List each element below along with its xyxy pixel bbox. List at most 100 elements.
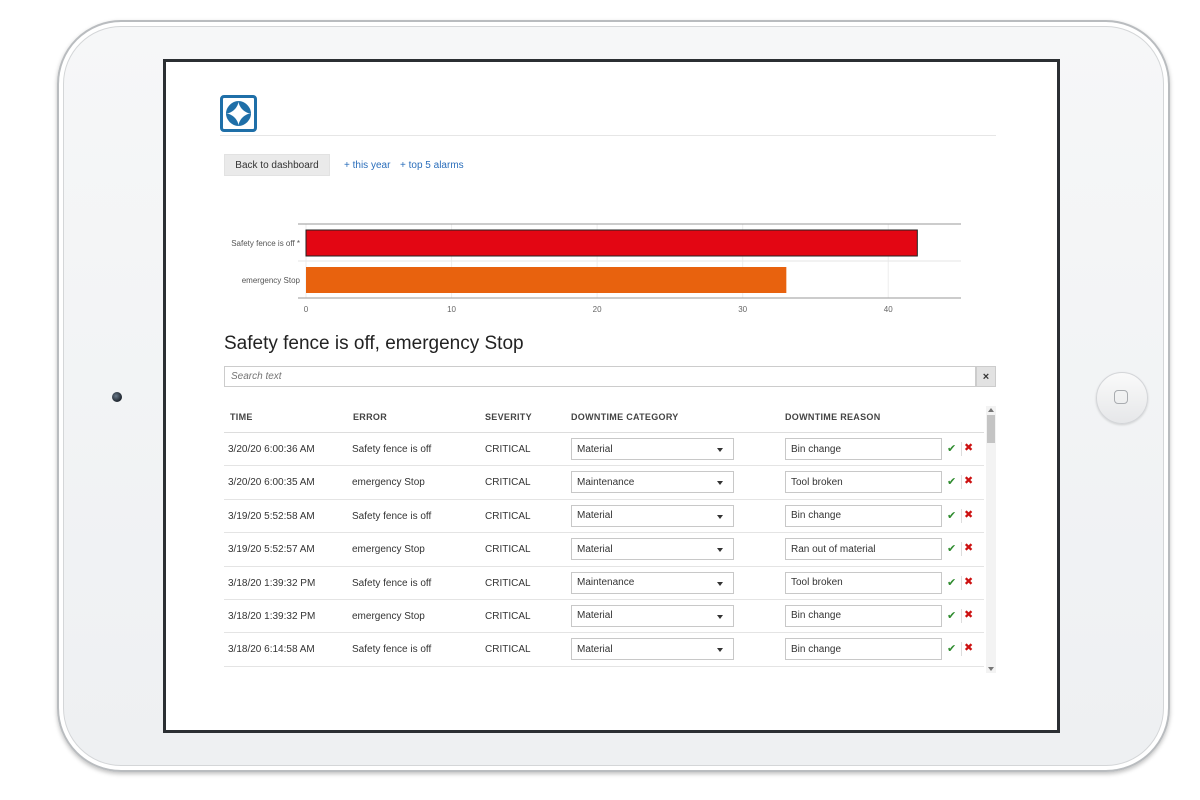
downtime-category-select[interactable]: Maintenance [571, 471, 734, 494]
cell-error: emergency Stop [352, 544, 425, 556]
cell-severity: CRITICAL [485, 477, 531, 489]
chevron-down-icon [717, 448, 723, 452]
check-icon[interactable]: ✔ [947, 642, 956, 655]
select-value: Material [577, 543, 613, 555]
alarm-table: TIME ERROR SEVERITY DOWNTIME CATEGORY DO… [224, 402, 984, 667]
x-icon[interactable]: ✖ [964, 508, 973, 521]
chevron-down-icon [717, 481, 723, 486]
clear-search-button[interactable]: × [976, 366, 996, 387]
check-icon[interactable]: ✔ [947, 609, 956, 622]
header-divider [220, 135, 996, 136]
x-icon[interactable]: ✖ [964, 641, 973, 654]
downtime-category-select[interactable]: Material [571, 538, 734, 561]
action-divider [961, 608, 962, 623]
chart-tick-label: 20 [593, 305, 602, 314]
table-row: 3/19/20 5:52:58 AM Safety fence is off C… [224, 500, 984, 534]
x-icon[interactable]: ✖ [964, 608, 973, 621]
col-error[interactable]: ERROR [353, 412, 387, 422]
chart-tick-label: 40 [884, 305, 893, 314]
x-icon[interactable]: ✖ [964, 441, 973, 454]
table-row: 3/18/20 1:39:32 PM Safety fence is off C… [224, 567, 984, 600]
cell-severity: CRITICAL [485, 510, 531, 522]
top-5-alarms-link[interactable]: + top 5 alarms [400, 160, 464, 171]
page-title: Safety fence is off, emergency Stop [224, 333, 524, 354]
downtime-reason-input[interactable] [785, 571, 942, 594]
table-row: 3/20/20 6:00:35 AM emergency Stop CRITIC… [224, 466, 984, 500]
x-icon[interactable]: ✖ [964, 474, 973, 487]
downtime-reason-input[interactable] [785, 438, 942, 460]
cell-severity: CRITICAL [485, 444, 531, 455]
downtime-category-select[interactable]: Material [571, 604, 734, 627]
x-icon[interactable]: ✖ [964, 541, 973, 554]
action-divider [961, 542, 962, 557]
action-divider [961, 475, 962, 490]
select-value: Maintenance [577, 476, 635, 488]
chart-category-label: emergency Stop [242, 276, 301, 285]
action-divider [961, 642, 962, 657]
scroll-down-icon[interactable] [988, 667, 994, 671]
select-value: Maintenance [577, 577, 635, 589]
this-year-link[interactable]: + this year [344, 160, 390, 171]
col-severity[interactable]: SEVERITY [485, 412, 532, 422]
scroll-up-icon[interactable] [988, 408, 994, 412]
cell-error: Safety fence is off [352, 510, 432, 522]
chart-tick-label: 10 [447, 305, 456, 314]
scrollbar-thumb[interactable] [987, 415, 995, 443]
cell-severity: CRITICAL [485, 644, 531, 656]
chevron-down-icon [717, 548, 723, 553]
action-divider [961, 508, 962, 523]
chart-tick-label: 30 [738, 305, 747, 314]
action-divider [961, 575, 962, 590]
select-value: Material [577, 510, 613, 522]
downtime-category-select[interactable]: Maintenance [571, 571, 734, 594]
x-icon[interactable]: ✖ [964, 575, 973, 588]
col-downtime-category[interactable]: DOWNTIME CATEGORY [571, 412, 679, 422]
check-icon[interactable]: ✔ [947, 442, 956, 455]
select-value: Material [577, 643, 613, 655]
downtime-category-select[interactable]: Material [571, 638, 734, 661]
chart-tick-label: 0 [304, 305, 309, 314]
table-scrollbar[interactable] [986, 406, 996, 673]
cell-error: Safety fence is off [352, 644, 432, 656]
table-row: 3/18/20 6:14:58 AM Safety fence is off C… [224, 633, 984, 667]
cell-severity: CRITICAL [485, 544, 531, 556]
downtime-reason-input[interactable] [785, 538, 942, 561]
search-input[interactable] [224, 366, 976, 387]
cell-error: emergency Stop [352, 610, 425, 622]
action-divider [961, 442, 962, 456]
chevron-down-icon [717, 581, 723, 586]
back-to-dashboard-button[interactable]: Back to dashboard [224, 154, 330, 176]
cell-error: emergency Stop [352, 477, 425, 489]
cell-time: 3/18/20 1:39:32 PM [228, 610, 316, 622]
table-row: 3/18/20 1:39:32 PM emergency Stop CRITIC… [224, 600, 984, 634]
cell-time: 3/20/20 6:00:36 AM [228, 444, 315, 455]
downtime-category-select[interactable]: Material [571, 438, 734, 460]
cell-severity: CRITICAL [485, 610, 531, 622]
cell-time: 3/19/20 5:52:57 AM [228, 544, 315, 556]
downtime-reason-input[interactable] [785, 604, 942, 627]
col-time[interactable]: TIME [230, 412, 253, 422]
downtime-reason-input[interactable] [785, 504, 942, 527]
chevron-down-icon [717, 648, 723, 653]
app-logo-icon [220, 95, 257, 132]
cell-time: 3/18/20 6:14:58 AM [228, 644, 315, 656]
home-button[interactable] [1096, 372, 1148, 424]
downtime-reason-input[interactable] [785, 471, 942, 494]
cell-error: Safety fence is off [352, 577, 432, 589]
select-value: Material [577, 443, 613, 455]
check-icon[interactable]: ✔ [947, 576, 956, 589]
select-value: Material [577, 610, 613, 622]
downtime-category-select[interactable]: Material [571, 504, 734, 527]
chevron-down-icon [717, 514, 723, 519]
col-downtime-reason[interactable]: DOWNTIME REASON [785, 412, 881, 422]
cell-error: Safety fence is off [352, 444, 432, 455]
check-icon[interactable]: ✔ [947, 542, 956, 555]
check-icon[interactable]: ✔ [947, 509, 956, 522]
cell-time: 3/19/20 5:52:58 AM [228, 510, 315, 522]
table-row: 3/19/20 5:52:57 AM emergency Stop CRITIC… [224, 533, 984, 567]
check-icon[interactable]: ✔ [947, 475, 956, 488]
chart-bar [306, 267, 787, 293]
alarm-bar-chart: Safety fence is off * emergency Stop 0 10 20… [231, 223, 961, 314]
downtime-reason-input[interactable] [785, 638, 942, 661]
camera-icon [112, 392, 122, 402]
